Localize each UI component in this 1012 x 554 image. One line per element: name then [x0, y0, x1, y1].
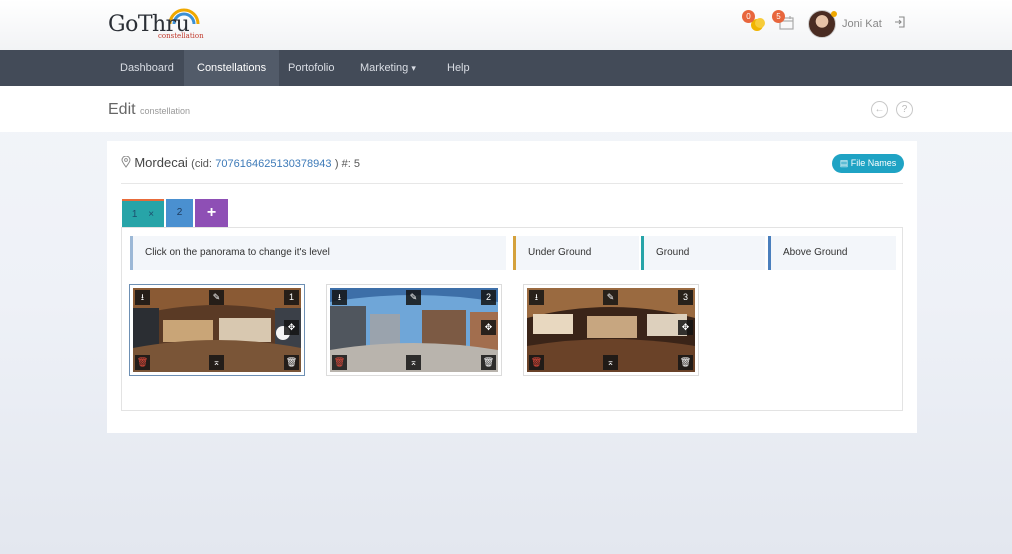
user-name[interactable]: Joni Kat [842, 18, 882, 30]
panorama-card-2[interactable]: ⭳ ✎ 2 ✥ 🗑 ⌅ 🗑 [326, 284, 502, 376]
nav-help[interactable]: Help [434, 50, 483, 86]
tab-label: 1 [131, 209, 138, 220]
divider [121, 183, 903, 184]
panorama-thumbnail[interactable]: ⭳ ✎ 3 ✥ 🗑 ⌅ 🗑 [527, 288, 695, 372]
constellation-name: Mordecai [134, 155, 188, 170]
level-ground[interactable]: Ground [641, 236, 765, 270]
level-above-ground[interactable]: Above Ground [768, 236, 896, 270]
notifications-badge: 0 [742, 10, 755, 23]
calendar-button[interactable]: 5 [772, 10, 798, 34]
add-floor-button[interactable]: + [195, 199, 228, 227]
edit-icon[interactable]: ✎ [209, 290, 224, 305]
file-names-button[interactable]: ▤ File Names [832, 154, 904, 173]
page-title: Edit [108, 101, 136, 118]
nav-label: Portofolio [288, 62, 335, 74]
download-icon[interactable]: ⭳ [135, 290, 150, 305]
panorama-number: 3 [678, 290, 693, 305]
align-icon[interactable]: ⌅ [603, 355, 618, 370]
trash-icon[interactable]: 🗑 [284, 355, 299, 370]
back-icon[interactable]: ← [871, 101, 888, 118]
trash-icon[interactable]: 🗑 [678, 355, 693, 370]
download-icon[interactable]: ⭳ [529, 290, 544, 305]
nav-label: Help [447, 62, 470, 74]
page-subtitle: constellation [140, 106, 191, 116]
panorama-card-1[interactable]: ⭳ ✎ 1 ✥ 🗑 ⌅ 🗑 [129, 284, 305, 376]
trash-icon[interactable]: 🗑 [481, 355, 496, 370]
constellation-card: Mordecai (cid: 7076164625130378943 ) #: … [107, 141, 917, 433]
map-marker-icon [121, 155, 131, 168]
nav-label: Constellations [197, 62, 267, 74]
nav-dashboard[interactable]: Dashboard [107, 50, 187, 86]
nav-constellations[interactable]: Constellations [184, 50, 280, 86]
notifications-button[interactable]: 0 [742, 10, 768, 34]
page-header: Edit constellation ← ? [0, 86, 1012, 132]
panorama-card-3[interactable]: ⭳ ✎ 3 ✥ 🗑 ⌅ 🗑 [523, 284, 699, 376]
logout-icon[interactable] [894, 16, 906, 31]
close-icon[interactable]: × [148, 209, 154, 220]
delete-icon[interactable]: 🗑 [529, 355, 544, 370]
file-icon: ▤ [839, 158, 849, 168]
constellation-heading: Mordecai (cid: 7076164625130378943 ) #: … [121, 155, 360, 170]
delete-icon[interactable]: 🗑 [332, 355, 347, 370]
align-icon[interactable]: ⌅ [406, 355, 421, 370]
download-icon[interactable]: ⭳ [332, 290, 347, 305]
level-under-ground[interactable]: Under Ground [513, 236, 639, 270]
panorama-thumbnail[interactable]: ⭳ ✎ 1 ✥ 🗑 ⌅ 🗑 [133, 288, 301, 372]
nav-portofolio[interactable]: Portofolio [275, 50, 347, 86]
edit-icon[interactable]: ✎ [603, 290, 618, 305]
main-nav: Dashboard Constellations Portofolio Mark… [0, 50, 1012, 86]
chevron-down-icon: ▾ [411, 63, 416, 73]
tab-floor-2[interactable]: 2 [166, 199, 193, 227]
cid-link[interactable]: 7076164625130378943 [215, 158, 331, 170]
align-icon[interactable]: ⌅ [209, 355, 224, 370]
panorama-number: 1 [284, 290, 299, 305]
delete-icon[interactable]: 🗑 [135, 355, 150, 370]
app-logo[interactable]: GoThru constellation [108, 8, 208, 44]
move-icon[interactable]: ✥ [678, 320, 693, 335]
level-instruction: Click on the panorama to change it's lev… [130, 236, 506, 270]
move-icon[interactable]: ✥ [481, 320, 496, 335]
panorama-number: 2 [481, 290, 496, 305]
plus-icon: + [206, 204, 217, 221]
file-names-label: File Names [850, 158, 897, 168]
top-header: GoThru constellation 0 5 Joni Kat [0, 0, 1012, 50]
tab-floor-1[interactable]: 1 × [122, 199, 164, 227]
edit-icon[interactable]: ✎ [406, 290, 421, 305]
nav-label: Marketing [360, 62, 409, 74]
tab-label: 2 [176, 207, 183, 218]
help-icon[interactable]: ? [896, 101, 913, 118]
floor-panel: Click on the panorama to change it's lev… [121, 227, 903, 411]
nav-marketing[interactable]: Marketing ▾ [347, 50, 429, 86]
move-icon[interactable]: ✥ [284, 320, 299, 335]
panorama-thumbnail[interactable]: ⭳ ✎ 2 ✥ 🗑 ⌅ 🗑 [330, 288, 498, 372]
nav-label: Dashboard [120, 62, 174, 74]
online-status-dot [831, 11, 837, 17]
cid-suffix: ) #: 5 [334, 158, 360, 170]
logo-subtitle: constellation [158, 32, 204, 40]
calendar-badge: 5 [772, 10, 785, 23]
cid-prefix: (cid: [191, 158, 212, 170]
